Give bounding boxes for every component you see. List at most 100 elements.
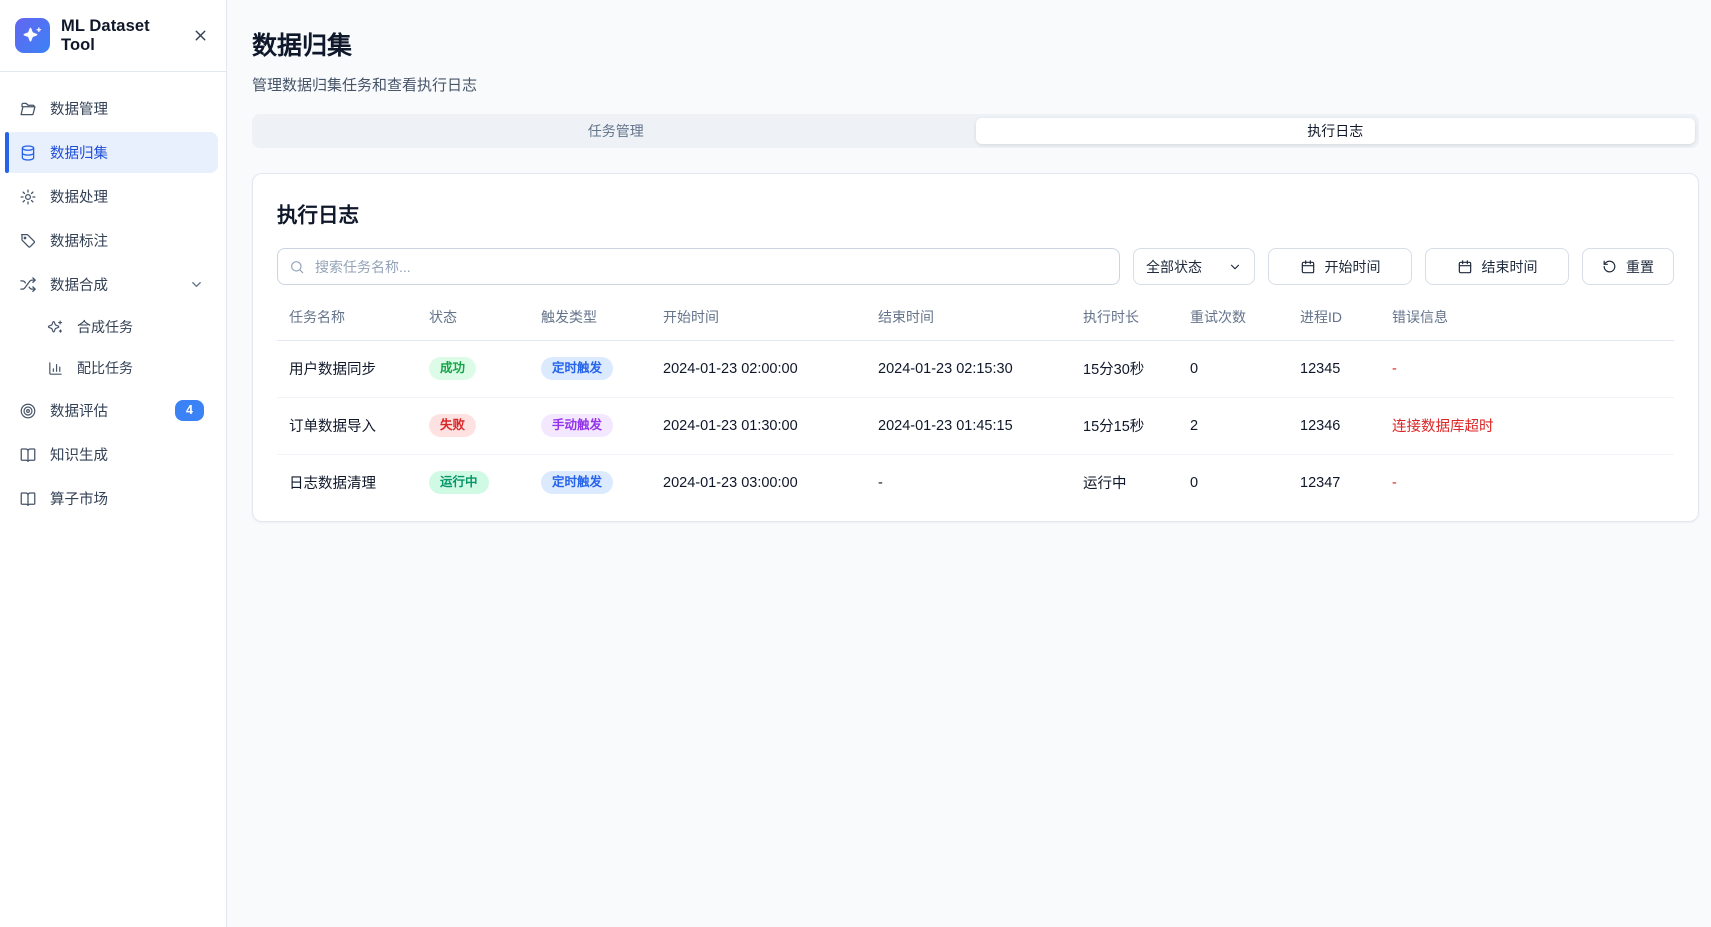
panel-title: 执行日志 — [277, 198, 1674, 228]
main-content: 数据归集 管理数据归集任务和查看执行日志 任务管理 执行日志 执行日志 全部状态 — [227, 0, 1711, 927]
col-header-end-time: 结束时间 — [866, 295, 1071, 341]
app-root: ML Dataset Tool 数据管理 数据归集 — [0, 0, 1711, 927]
shuffle-icon — [19, 276, 37, 294]
reset-label: 重置 — [1626, 257, 1654, 277]
sidebar-item-synthesis-task[interactable]: 合成任务 — [5, 308, 218, 346]
app-title: ML Dataset Tool — [61, 17, 179, 55]
status-badge: 失败 — [429, 414, 476, 437]
execution-logs-panel: 执行日志 全部状态 — [252, 173, 1699, 522]
sidebar: ML Dataset Tool 数据管理 数据归集 — [0, 0, 227, 927]
cell-end-time: - — [866, 455, 1071, 512]
cell-retries: 0 — [1178, 455, 1288, 512]
sidebar-item-data-processing[interactable]: 数据处理 — [5, 176, 218, 217]
bar-chart-icon — [47, 360, 64, 377]
trigger-badge: 手动触发 — [541, 414, 613, 437]
rotate-ccw-icon — [1602, 259, 1617, 274]
table-row[interactable]: 订单数据导入 失败 手动触发 2024-01-23 01:30:00 2024-… — [277, 398, 1674, 455]
target-icon — [19, 402, 37, 420]
cell-start-time: 2024-01-23 02:00:00 — [651, 341, 866, 398]
sidebar-item-label: 数据归集 — [50, 142, 108, 163]
sidebar-item-label: 知识生成 — [50, 444, 108, 465]
col-header-duration: 执行时长 — [1071, 295, 1178, 341]
cell-task-name: 订单数据导入 — [277, 398, 417, 455]
app-logo — [15, 18, 50, 53]
status-badge: 成功 — [429, 357, 476, 380]
sidebar-item-data-labeling[interactable]: 数据标注 — [5, 220, 218, 261]
folder-icon — [19, 100, 37, 118]
sidebar-close-button[interactable] — [190, 25, 211, 46]
cell-start-time: 2024-01-23 01:30:00 — [651, 398, 866, 455]
sidebar-nav: 数据管理 数据归集 数据处理 数据标注 — [0, 72, 226, 522]
start-time-button[interactable]: 开始时间 — [1268, 248, 1412, 285]
sidebar-item-label: 数据管理 — [50, 98, 108, 119]
close-icon — [192, 27, 209, 44]
sidebar-item-ratio-task[interactable]: 配比任务 — [5, 349, 218, 387]
cell-error: 连接数据库超时 — [1380, 398, 1674, 455]
cell-retries: 2 — [1178, 398, 1288, 455]
cell-retries: 0 — [1178, 341, 1288, 398]
tab-execution-logs[interactable]: 执行日志 — [976, 118, 1696, 144]
col-header-start-time: 开始时间 — [651, 295, 866, 341]
cell-task-name: 日志数据清理 — [277, 455, 417, 512]
cell-end-time: 2024-01-23 01:45:15 — [866, 398, 1071, 455]
sidebar-item-label: 算子市场 — [50, 488, 108, 509]
cell-pid: 12345 — [1288, 341, 1380, 398]
cell-start-time: 2024-01-23 03:00:00 — [651, 455, 866, 512]
evaluation-count-badge: 4 — [175, 400, 204, 421]
col-header-retries: 重试次数 — [1178, 295, 1288, 341]
book-open-icon — [19, 490, 37, 508]
execution-logs-table: 任务名称 状态 触发类型 开始时间 结束时间 执行时长 重试次数 进程ID 错误… — [277, 295, 1674, 511]
status-filter-value: 全部状态 — [1146, 257, 1202, 277]
sparkles-icon — [23, 26, 43, 46]
cell-duration: 运行中 — [1071, 455, 1178, 512]
search-input[interactable] — [277, 248, 1120, 285]
cell-end-time: 2024-01-23 02:15:30 — [866, 341, 1071, 398]
sidebar-item-label: 合成任务 — [77, 317, 133, 337]
col-header-status: 状态 — [417, 295, 529, 341]
cell-error: - — [1380, 341, 1674, 398]
sidebar-item-label: 数据处理 — [50, 186, 108, 207]
sidebar-item-operator-market[interactable]: 算子市场 — [5, 478, 218, 519]
sidebar-item-data-evaluation[interactable]: 数据评估 4 — [5, 390, 218, 431]
trigger-badge: 定时触发 — [541, 357, 613, 380]
sidebar-item-label: 数据标注 — [50, 230, 108, 251]
sparkles-icon — [47, 319, 64, 336]
table-row[interactable]: 用户数据同步 成功 定时触发 2024-01-23 02:00:00 2024-… — [277, 341, 1674, 398]
book-open-icon — [19, 446, 37, 464]
col-header-task-name: 任务名称 — [277, 295, 417, 341]
status-badge: 运行中 — [429, 471, 489, 494]
calendar-icon — [1300, 259, 1316, 275]
reset-button[interactable]: 重置 — [1582, 248, 1674, 285]
col-header-pid: 进程ID — [1288, 295, 1380, 341]
search-box — [277, 248, 1120, 285]
start-time-label: 开始时间 — [1325, 257, 1381, 277]
table-row[interactable]: 日志数据清理 运行中 定时触发 2024-01-23 03:00:00 - 运行… — [277, 455, 1674, 512]
end-time-button[interactable]: 结束时间 — [1425, 248, 1569, 285]
cell-duration: 15分30秒 — [1071, 341, 1178, 398]
cell-task-name: 用户数据同步 — [277, 341, 417, 398]
trigger-badge: 定时触发 — [541, 471, 613, 494]
sidebar-item-data-collection[interactable]: 数据归集 — [5, 132, 218, 173]
cell-duration: 15分15秒 — [1071, 398, 1178, 455]
cell-error: - — [1380, 455, 1674, 512]
sidebar-item-label: 数据评估 — [50, 400, 108, 421]
gear-icon — [19, 188, 37, 206]
chevron-down-icon — [189, 277, 204, 292]
sidebar-item-knowledge-generation[interactable]: 知识生成 — [5, 434, 218, 475]
cell-pid: 12346 — [1288, 398, 1380, 455]
sidebar-item-data-management[interactable]: 数据管理 — [5, 88, 218, 129]
table-header-row: 任务名称 状态 触发类型 开始时间 结束时间 执行时长 重试次数 进程ID 错误… — [277, 295, 1674, 341]
filter-controls: 全部状态 开始时间 结束时间 — [277, 248, 1674, 285]
calendar-icon — [1457, 259, 1473, 275]
tab-task-management[interactable]: 任务管理 — [256, 118, 976, 144]
col-header-error: 错误信息 — [1380, 295, 1674, 341]
end-time-label: 结束时间 — [1482, 257, 1538, 277]
sidebar-header: ML Dataset Tool — [0, 0, 226, 72]
cell-pid: 12347 — [1288, 455, 1380, 512]
page-subtitle: 管理数据归集任务和查看执行日志 — [252, 74, 1699, 95]
tab-bar: 任务管理 执行日志 — [252, 114, 1699, 148]
sidebar-item-data-synthesis[interactable]: 数据合成 — [5, 264, 218, 305]
database-icon — [19, 144, 37, 162]
status-filter-select[interactable]: 全部状态 — [1133, 248, 1255, 285]
chevron-down-icon — [1228, 260, 1242, 274]
